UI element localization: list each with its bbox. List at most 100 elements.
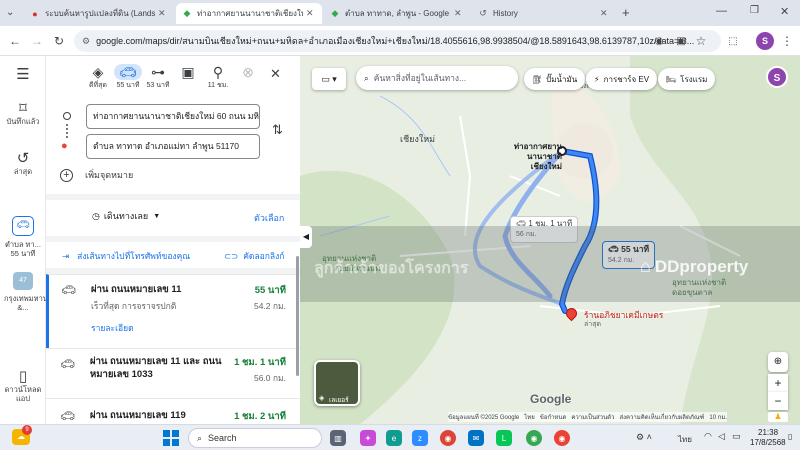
- close-icon[interactable]: ✕: [306, 8, 316, 19]
- options-link[interactable]: ตัวเลือก: [254, 211, 284, 225]
- notification-icon[interactable]: ▯: [788, 432, 792, 441]
- depart-dropdown[interactable]: ◷ เดินทางเลย ▼: [84, 206, 168, 226]
- map-label-destination-sub: ล่าสุด: [584, 321, 602, 328]
- chip-ev-charging[interactable]: ⚡︎ การชาร์จ EV: [586, 68, 658, 90]
- history-icon: ↺: [16, 150, 30, 167]
- forward-icon[interactable]: →: [28, 32, 46, 50]
- download-app[interactable]: ▯ ดาวน์โหลดแอป: [0, 369, 46, 403]
- map-canvas[interactable]: เชียงใหม่ ท่าอากาศยานนานาชาติเชียงใหม่ เ…: [300, 56, 800, 424]
- recent-nav[interactable]: ↺ ล่าสุด: [0, 150, 46, 176]
- maximize-icon[interactable]: ❐: [750, 5, 759, 16]
- car-icon: 🚗︎: [60, 357, 76, 371]
- route-distance: 56.0 กม.: [253, 373, 286, 383]
- panel-scrollbar[interactable]: [296, 256, 299, 376]
- chip-gas-station[interactable]: ⛽︎ ปั๊มน้ำมัน: [524, 68, 586, 90]
- search-icon: ⌕: [364, 72, 369, 83]
- tab-tathat[interactable]: ◆ ตำบล ทาทาด, ลำพูน - Google Ma ✕: [324, 3, 470, 24]
- chrome-icon[interactable]: ◉: [440, 430, 456, 446]
- mode-walk[interactable]: ⚲ 11 ชม.: [204, 64, 232, 91]
- route-option-2[interactable]: 🚗︎ ผ่าน ถนนหมายเลข 11 และ ถนนหมายเลข 103…: [46, 348, 300, 398]
- route-time: 1 ชม. 2 นาที: [234, 411, 286, 422]
- along-route-search[interactable]: ⌕ ค้นหาสิ่งที่อยู่ในเส้นทาง...: [356, 66, 518, 90]
- menu-icon[interactable]: ⋮: [778, 32, 796, 50]
- mode-transit[interactable]: ▣: [174, 64, 202, 80]
- layers-button[interactable]: ◈ เลเยอร์: [314, 360, 360, 406]
- street-view-pegman-icon[interactable]: ♟: [768, 412, 788, 422]
- directions-panel: ◈ ดีที่สุด 🚗︎ 55 นาที ⊶ 53 นาที ▣ ⚲ 11 ช…: [46, 56, 300, 424]
- input-language[interactable]: ไทย: [678, 433, 692, 446]
- origin-input[interactable]: ท่าอากาศยานนานาชาติเชียงใหม่ 60 ถนน มหิ: [86, 104, 260, 129]
- clock-date[interactable]: 17/8/2568: [750, 438, 786, 447]
- minimize-icon[interactable]: —: [716, 5, 727, 17]
- swap-icon[interactable]: ⇅: [272, 122, 283, 138]
- taskbar-search[interactable]: ⌕ Search: [188, 428, 322, 448]
- link-icon: ⊂⊃: [224, 250, 239, 261]
- tab-directions[interactable]: ◆ ท่าอากาศยานนานาชาติเชียงใหม่ ถึง ✕: [176, 3, 322, 24]
- zoom-out-icon[interactable]: −: [768, 392, 788, 410]
- chrome-profile-icon[interactable]: ◉: [526, 430, 542, 446]
- zoom-icon[interactable]: z: [412, 430, 428, 446]
- hamburger-menu-icon[interactable]: ☰: [0, 67, 46, 82]
- ev-charging-icon: ⚡︎: [594, 74, 600, 84]
- tab-history[interactable]: ↺ History ✕: [472, 3, 616, 24]
- collapse-panel-handle[interactable]: ◀: [300, 226, 312, 248]
- map-thumbnail: 47: [13, 272, 33, 290]
- divider: [46, 236, 300, 242]
- bookmark-star-icon[interactable]: ☆: [692, 32, 710, 50]
- chip-hotel[interactable]: 🛏︎ โรงแรม: [658, 68, 716, 90]
- recent-place-bangkok[interactable]: 47 กรุงเทพมหานคร &...: [0, 272, 57, 312]
- route-option-3[interactable]: 🚗︎ ผ่าน ถนนหมายเลข 119 1 ชม. 2 นาที: [46, 398, 300, 424]
- wifi-icon[interactable]: ◠: [704, 431, 712, 442]
- map-footer: ข้อมูลแผนที่ ©2025 Google ไทย ข้อกำหนด ค…: [448, 412, 727, 422]
- tray-icons[interactable]: ⚙ ˄: [636, 432, 652, 443]
- close-icon[interactable]: ✕: [600, 8, 610, 19]
- reload-icon[interactable]: ↻: [50, 32, 68, 50]
- copilot-icon[interactable]: ✦: [360, 430, 376, 446]
- close-directions-icon[interactable]: ✕: [270, 66, 281, 82]
- install-app-icon[interactable]: ▣: [672, 32, 690, 50]
- mode-motorcycle[interactable]: ⊶ 53 นาที: [144, 64, 172, 91]
- profile-avatar[interactable]: S: [756, 32, 774, 50]
- window-close-icon[interactable]: ✕: [780, 5, 789, 18]
- windows-taskbar: ☁︎ 9 ⌕ Search ▥ ✦ e z ◉ ✉ L ◉ ◉ ⚙ ˄ ไทย …: [0, 424, 800, 450]
- mode-best[interactable]: ◈ ดีที่สุด: [84, 64, 112, 91]
- line-icon[interactable]: L: [496, 430, 512, 446]
- plus-circle-icon: +: [60, 168, 73, 182]
- start-windows-icon[interactable]: [163, 430, 179, 446]
- edge-icon[interactable]: e: [386, 430, 402, 446]
- search-icon: ⌕: [197, 432, 203, 443]
- site-info-icon[interactable]: ⚙: [82, 36, 90, 47]
- recent-place-tathat[interactable]: 🚗︎ ตำบล ทา... 55 นาที: [0, 216, 46, 258]
- saved-nav[interactable]: ⌑ บันทึกแล้ว: [0, 101, 46, 126]
- taskview-icon[interactable]: ▥: [330, 430, 346, 446]
- address-bar[interactable]: ⚙ google.com/maps/dir/สนามบินเชียงใหม่+ถ…: [74, 30, 721, 52]
- close-icon[interactable]: ✕: [158, 8, 168, 19]
- back-icon[interactable]: ←: [6, 32, 24, 50]
- my-location-icon[interactable]: ⊕: [768, 352, 788, 372]
- route-details-link[interactable]: รายละเอียด: [91, 321, 134, 335]
- chrome-profile2-icon[interactable]: ◉: [554, 430, 570, 446]
- tab-search-icon[interactable]: ⌄: [6, 7, 14, 18]
- zoom-in-icon[interactable]: +: [768, 374, 788, 392]
- bicycle-icon: ⊗: [242, 64, 254, 80]
- battery-icon[interactable]: ▭: [732, 431, 741, 442]
- mode-car[interactable]: 🚗︎ 55 นาที: [114, 64, 142, 91]
- send-to-phone[interactable]: ⇥ ส่งเส้นทางไปที่โทรศัพท์ของคุณ: [62, 249, 190, 263]
- map-menu-icon[interactable]: ▭ ▾: [312, 68, 346, 90]
- mail-icon[interactable]: ✉: [468, 430, 484, 446]
- map-profile-avatar[interactable]: S: [766, 66, 788, 88]
- location-icon[interactable]: ◉: [650, 32, 668, 50]
- route-option-1[interactable]: 🚗︎ ผ่าน ถนนหมายเลข 11 55 นาที เร็วที่สุด…: [46, 274, 300, 348]
- destination-input[interactable]: ตำบล ทาทาด อำเภอแม่ทา ลำพูน 51170: [86, 134, 260, 159]
- add-stop[interactable]: + เพิ่มจุดหมาย: [60, 168, 133, 182]
- volume-icon[interactable]: ◁: [718, 431, 725, 442]
- new-tab-icon[interactable]: +: [622, 5, 630, 20]
- extensions-icon[interactable]: ⬚: [724, 32, 742, 50]
- close-icon[interactable]: ✕: [454, 8, 464, 19]
- dropdown-arrow-icon: ▼: [153, 212, 161, 220]
- copy-link[interactable]: ⊂⊃ คัดลอกลิงก์: [224, 249, 284, 263]
- tab-landsmap[interactable]: ● ระบบค้นหารูปแปลงที่ดิน (LandsMap) ✕: [24, 3, 174, 24]
- divider: [46, 194, 300, 200]
- clock-time[interactable]: 21:38: [758, 428, 778, 437]
- mode-bicycle[interactable]: ⊗: [234, 64, 262, 80]
